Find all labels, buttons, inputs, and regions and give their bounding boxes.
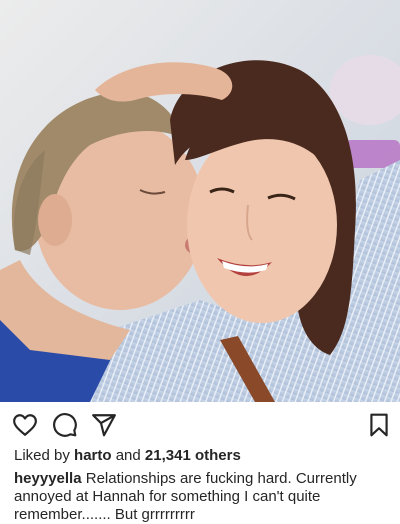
action-bar: [0, 408, 400, 442]
speech-bubble-icon[interactable]: [52, 412, 78, 438]
likes-count-link[interactable]: 21,341 others: [145, 447, 241, 464]
likes-summary[interactable]: Liked by harto and 21,341 others: [14, 446, 394, 466]
post-caption: heyyyella Relationships are fucking hard…: [14, 470, 390, 524]
bookmark-outline-icon[interactable]: [366, 412, 392, 438]
paper-plane-icon[interactable]: [91, 412, 117, 438]
caption-username-link[interactable]: heyyyella: [14, 470, 82, 487]
likes-joiner: and: [115, 447, 141, 464]
post-photo-illustration: [0, 0, 400, 402]
heart-outline-icon[interactable]: [12, 412, 38, 438]
likes-prefix: Liked by: [14, 447, 70, 464]
liked-by-user-link[interactable]: harto: [74, 447, 112, 464]
post-photo[interactable]: [0, 0, 400, 402]
